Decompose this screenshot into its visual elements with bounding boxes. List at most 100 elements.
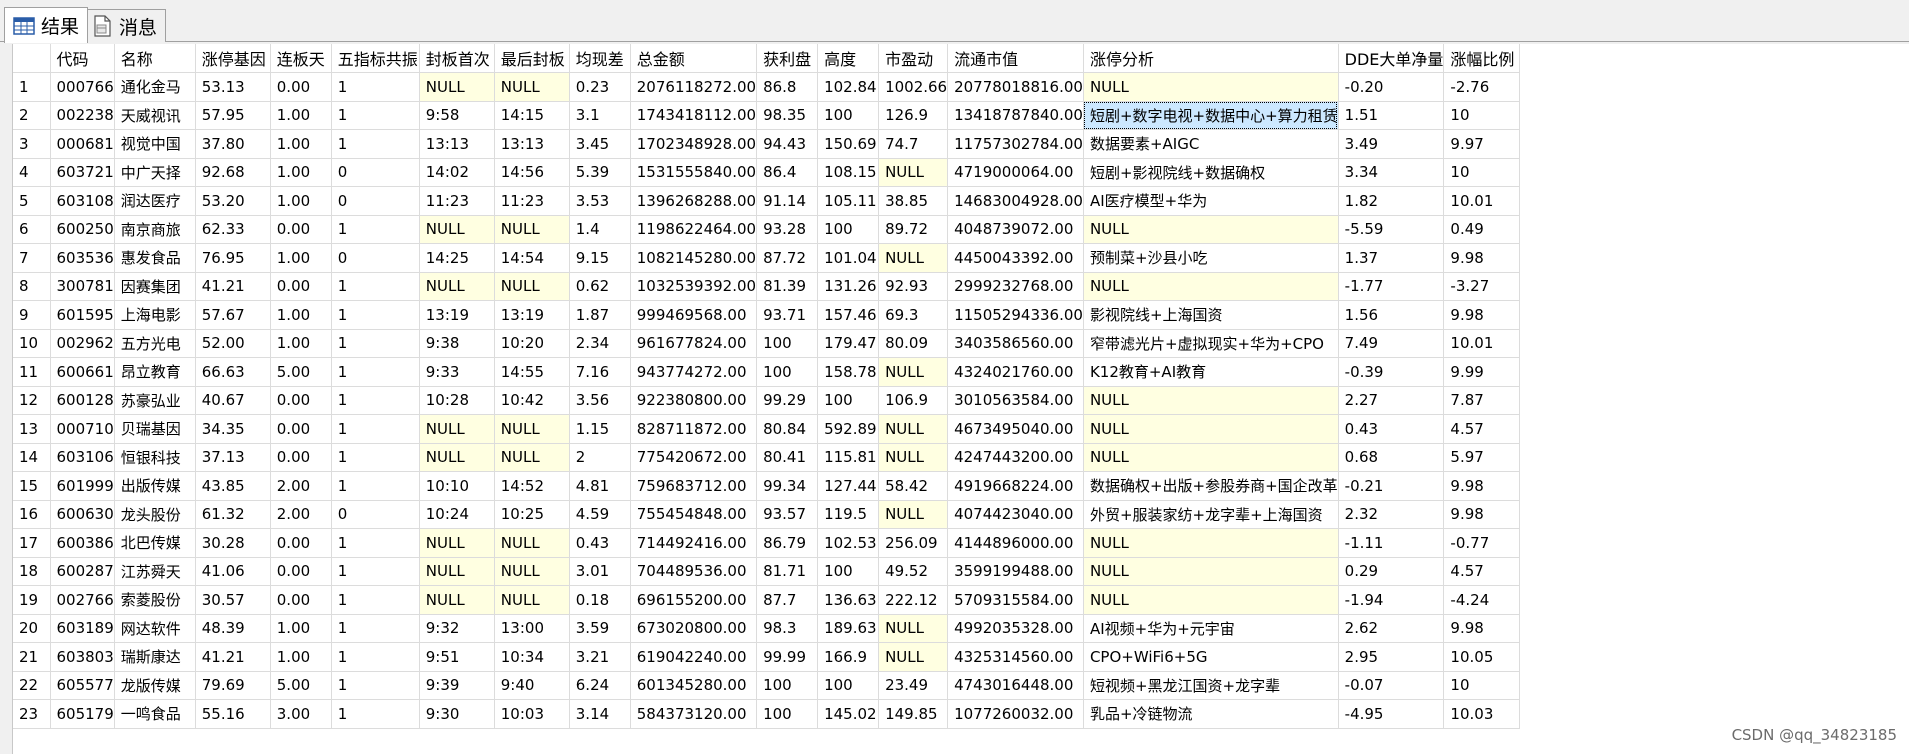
column-header[interactable]: 连板天	[270, 44, 332, 73]
table-cell[interactable]: 3.1	[569, 101, 631, 130]
table-cell[interactable]: 9:58	[419, 101, 495, 130]
column-header[interactable]: 市盈动	[878, 44, 949, 73]
table-cell[interactable]: 5709315584.00	[947, 585, 1084, 615]
table-cell[interactable]: 3.49	[1338, 129, 1445, 159]
table-cell[interactable]: 100	[817, 101, 880, 130]
table-cell[interactable]: -3.27	[1443, 272, 1521, 301]
table-cell[interactable]: 瑞斯康达	[114, 642, 196, 672]
table-cell[interactable]: 14683004928.00	[947, 186, 1084, 216]
table-row[interactable]: 2 002238 天威视讯 57.95 1.00 1 9:58 14:15 3.1 1743418…	[13, 101, 1521, 130]
table-cell[interactable]: -0.77	[1443, 528, 1521, 558]
table-cell[interactable]: 1	[331, 443, 420, 472]
table-cell[interactable]: 961677824.00	[630, 329, 758, 358]
table-cell[interactable]: 99.34	[756, 471, 819, 501]
table-cell[interactable]: 2999232768.00	[947, 272, 1084, 301]
table-cell[interactable]: 短视频+黑龙江国资+龙字辈	[1083, 671, 1339, 700]
table-cell[interactable]: 南京商旅	[114, 215, 196, 244]
table-cell[interactable]: 1	[331, 215, 420, 244]
table-row[interactable]: 14 603106 恒银科技 37.13 0.00 1 NULL NULL 2 775420672…	[13, 443, 1521, 472]
table-cell[interactable]: 49.52	[878, 557, 949, 586]
table-cell[interactable]: 704489536.00	[630, 557, 758, 586]
row-number[interactable]: 22	[13, 671, 51, 700]
table-cell[interactable]: 昂立教育	[114, 357, 196, 387]
table-cell[interactable]: 1743418112.00	[630, 101, 758, 130]
table-cell[interactable]: NULL	[1083, 443, 1339, 472]
table-row[interactable]: 1 000766 通化金马 53.13 0.00 1 NULL NULL 0.23 2076118…	[13, 72, 1521, 102]
table-cell[interactable]: 润达医疗	[114, 186, 196, 216]
table-cell[interactable]: 2.62	[1338, 614, 1445, 643]
table-cell[interactable]: NULL	[878, 414, 949, 444]
table-cell[interactable]: 0.62	[569, 272, 631, 301]
table-cell[interactable]: 11505294336.00	[947, 300, 1084, 330]
table-cell[interactable]: -4.95	[1338, 699, 1445, 729]
table-cell[interactable]: 87.72	[756, 243, 819, 273]
table-cell[interactable]: 1	[331, 471, 420, 501]
row-number[interactable]: 19	[13, 585, 51, 615]
table-cell[interactable]: 41.06	[195, 557, 271, 586]
table-cell[interactable]: 1	[331, 300, 420, 330]
column-header[interactable]: 五指标共振	[331, 44, 420, 73]
table-cell[interactable]: 4.57	[1443, 414, 1521, 444]
table-cell[interactable]: 1.56	[1338, 300, 1445, 330]
table-cell[interactable]: 0	[331, 243, 420, 273]
table-row[interactable]: 15 601999 出版传媒 43.85 2.00 1 10:10 14:52 4.81 7596…	[13, 471, 1521, 501]
table-cell[interactable]: 127.44	[817, 471, 880, 501]
table-cell[interactable]: 000681	[50, 129, 115, 159]
table-cell[interactable]: 1	[331, 671, 420, 700]
table-cell[interactable]: 10	[1443, 671, 1521, 700]
table-row[interactable]: 8 300781 因赛集团 41.21 0.00 1 NULL NULL 0.62 1032539…	[13, 272, 1521, 301]
table-cell[interactable]: 145.02	[817, 699, 880, 729]
table-cell[interactable]: 14:54	[494, 243, 570, 273]
table-cell[interactable]: 105.11	[817, 186, 880, 216]
column-header[interactable]: 代码	[50, 44, 115, 73]
table-cell[interactable]: 3403586560.00	[947, 329, 1084, 358]
table-cell[interactable]: NULL	[1083, 557, 1339, 586]
table-cell[interactable]: 上海电影	[114, 300, 196, 330]
table-cell[interactable]: 53.13	[195, 72, 271, 102]
table-cell[interactable]: 数据确权+出版+参股券商+国企改革	[1083, 471, 1339, 501]
table-row[interactable]: 19 002766 索菱股份 30.57 0.00 1 NULL NULL 0.18 696155…	[13, 585, 1521, 615]
table-cell[interactable]: 1.00	[270, 614, 332, 643]
table-cell[interactable]: NULL	[419, 215, 495, 244]
table-cell[interactable]: 86.79	[756, 528, 819, 558]
table-cell[interactable]: 584373120.00	[630, 699, 758, 729]
table-cell[interactable]: 1	[331, 642, 420, 672]
table-cell[interactable]: 81.39	[756, 272, 819, 301]
table-row[interactable]: 5 603108 润达医疗 53.20 1.00 0 11:23 11:23 3.53 13962…	[13, 186, 1521, 216]
table-cell[interactable]: 0	[331, 158, 420, 187]
table-cell[interactable]: 100	[817, 386, 880, 415]
table-cell[interactable]: 4247443200.00	[947, 443, 1084, 472]
table-cell[interactable]: NULL	[419, 272, 495, 301]
table-cell[interactable]: NULL	[419, 443, 495, 472]
row-number[interactable]: 12	[13, 386, 51, 415]
table-cell[interactable]: 189.63	[817, 614, 880, 643]
table-cell[interactable]: 4992035328.00	[947, 614, 1084, 643]
table-cell[interactable]: 乳品+冷链物流	[1083, 699, 1339, 729]
table-cell[interactable]: 100	[817, 215, 880, 244]
table-cell[interactable]: 100	[756, 329, 819, 358]
table-cell[interactable]: 6.24	[569, 671, 631, 700]
table-cell[interactable]: 1.51	[1338, 101, 1445, 130]
table-cell[interactable]: 1.00	[270, 101, 332, 130]
table-cell[interactable]: 3.21	[569, 642, 631, 672]
table-cell[interactable]: 999469568.00	[630, 300, 758, 330]
table-cell[interactable]: CPO+WiFi6+5G	[1083, 642, 1339, 672]
table-cell[interactable]: 14:56	[494, 158, 570, 187]
table-cell[interactable]: NULL	[419, 414, 495, 444]
table-cell[interactable]: 1032539392.00	[630, 272, 758, 301]
table-cell[interactable]: 93.57	[756, 500, 819, 529]
table-cell[interactable]: 136.63	[817, 585, 880, 615]
table-cell[interactable]: -1.94	[1338, 585, 1445, 615]
column-header[interactable]: 总金额	[630, 44, 758, 73]
table-cell[interactable]: -0.39	[1338, 357, 1445, 387]
table-cell[interactable]: 4919668224.00	[947, 471, 1084, 501]
column-header[interactable]: 高度	[817, 44, 880, 73]
table-cell[interactable]: 9.98	[1443, 500, 1521, 529]
table-cell[interactable]: 605179	[50, 699, 115, 729]
table-row[interactable]: 9 601595 上海电影 57.67 1.00 1 13:19 13:19 1.87 99946…	[13, 300, 1521, 330]
table-cell[interactable]: 10.01	[1443, 329, 1521, 358]
table-cell[interactable]: NULL	[494, 443, 570, 472]
table-cell[interactable]: 7.16	[569, 357, 631, 387]
table-cell[interactable]: 40.67	[195, 386, 271, 415]
table-cell[interactable]: NULL	[878, 158, 949, 187]
